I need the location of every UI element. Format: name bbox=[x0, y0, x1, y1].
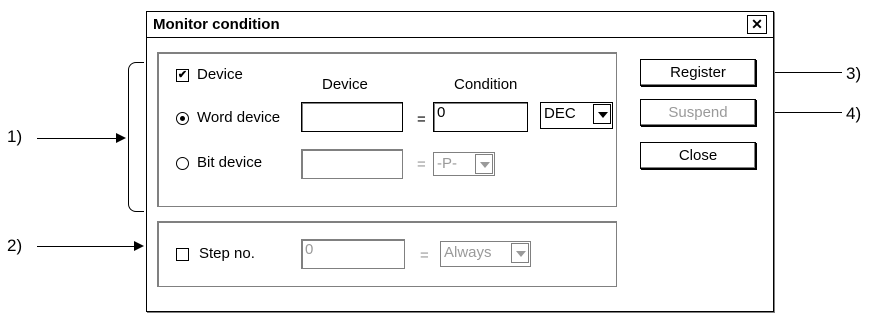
suspend-button[interactable]: Suspend bbox=[640, 99, 756, 126]
step-condition-dropdown-button[interactable] bbox=[511, 243, 529, 263]
callout-1-arrow-icon bbox=[116, 133, 126, 143]
callout-1-brace bbox=[128, 62, 144, 212]
dropdown-arrow-icon bbox=[516, 251, 526, 257]
bit-device-input[interactable] bbox=[301, 149, 403, 179]
bit-condition-value: -P- bbox=[437, 155, 457, 172]
callout-4-label: 4) bbox=[846, 104, 862, 123]
step-no-checkbox[interactable] bbox=[176, 248, 189, 261]
bit-device-equals: = bbox=[417, 156, 426, 173]
register-button[interactable]: Register bbox=[640, 59, 756, 86]
callout-3-line bbox=[768, 72, 842, 73]
step-condition-value: Always bbox=[444, 244, 492, 261]
condition-column-header: Condition bbox=[454, 76, 518, 93]
step-no-equals: = bbox=[420, 247, 429, 264]
device-checkbox[interactable]: ✔ bbox=[176, 69, 189, 82]
monitor-condition-dialog: Monitor condition ✕ ✔ Device Device Cond… bbox=[146, 11, 774, 312]
radio-dot-icon bbox=[180, 116, 185, 121]
close-button[interactable]: Close bbox=[640, 142, 756, 169]
bit-condition-select[interactable]: -P- bbox=[433, 152, 495, 176]
callout-2-line bbox=[37, 246, 135, 247]
radix-select-value: DEC bbox=[544, 105, 576, 122]
callout-2-arrow-icon bbox=[134, 241, 144, 251]
checkmark-icon: ✔ bbox=[177, 69, 188, 81]
callout-4-line bbox=[768, 112, 842, 113]
step-condition-select[interactable]: Always bbox=[440, 241, 531, 267]
callout-3-label: 3) bbox=[846, 64, 862, 83]
title-bar[interactable]: Monitor condition ✕ bbox=[147, 12, 773, 38]
step-no-input[interactable]: 0 bbox=[301, 239, 405, 269]
word-condition-input[interactable]: 0 bbox=[433, 102, 528, 132]
step-group-frame: Step no. 0 = Always bbox=[157, 221, 617, 287]
device-column-header: Device bbox=[322, 76, 368, 93]
radix-select[interactable]: DEC bbox=[540, 102, 613, 129]
dialog-title: Monitor condition bbox=[153, 16, 280, 33]
dropdown-arrow-icon bbox=[598, 112, 608, 118]
callout-2-label: 2) bbox=[7, 236, 23, 255]
radix-dropdown-button[interactable] bbox=[593, 104, 611, 124]
bit-condition-dropdown-button[interactable] bbox=[475, 154, 493, 174]
callout-1-label: 1) bbox=[7, 127, 23, 146]
step-no-label: Step no. bbox=[199, 245, 255, 262]
dropdown-arrow-icon bbox=[480, 162, 490, 168]
device-checkbox-label: Device bbox=[197, 66, 243, 83]
word-device-equals: = bbox=[417, 111, 426, 128]
device-group-frame: ✔ Device Device Condition Word device = … bbox=[157, 52, 617, 207]
word-device-label: Word device bbox=[197, 109, 281, 126]
bit-device-radio[interactable] bbox=[176, 157, 189, 170]
word-device-radio[interactable] bbox=[176, 112, 189, 125]
callout-1-line bbox=[37, 138, 117, 139]
bit-device-label: Bit device bbox=[197, 154, 263, 171]
word-device-input[interactable] bbox=[301, 102, 403, 132]
close-icon[interactable]: ✕ bbox=[747, 15, 767, 34]
